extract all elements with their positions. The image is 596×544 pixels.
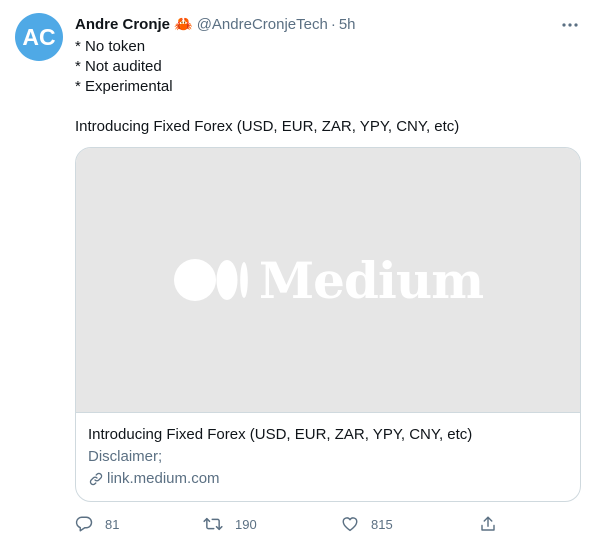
- tweet-line: * No token: [75, 38, 146, 55]
- like-count: 815: [371, 516, 393, 532]
- like-icon: [342, 517, 358, 532]
- reply-icon: [75, 516, 93, 532]
- reply-button[interactable]: 81: [75, 512, 119, 536]
- tweet-body: * No token * Not audited * Experimental …: [75, 37, 575, 137]
- card-description: Disclaimer;: [88, 448, 163, 465]
- retweet-icon: [203, 517, 223, 531]
- tweet-header: Andre Cronje 🦀 @AndreCronjeTech · 5h: [75, 14, 556, 34]
- avatar-initials: AC: [22, 23, 56, 50]
- card-title: Introducing Fixed Forex (USD, EUR, ZAR, …: [88, 426, 473, 443]
- tweet-line: * Experimental: [75, 78, 173, 95]
- more-icon: [562, 23, 578, 27]
- crab-icon: 🦀: [174, 16, 193, 33]
- card-text: Introducing Fixed Forex (USD, EUR, ZAR, …: [88, 425, 568, 489]
- retweet-button[interactable]: 190: [203, 512, 257, 536]
- card-domain: link.medium.com: [88, 469, 568, 489]
- card-domain-text: link.medium.com: [107, 470, 220, 487]
- author-name[interactable]: Andre Cronje: [75, 16, 170, 33]
- medium-logo: Medium: [173, 250, 484, 310]
- like-button[interactable]: 815: [341, 512, 393, 536]
- retweet-count: 190: [235, 516, 257, 532]
- medium-wordmark: Medium: [258, 250, 484, 310]
- share-icon: [481, 516, 495, 531]
- tweet-timestamp[interactable]: 5h: [339, 16, 356, 33]
- card-image[interactable]: Medium: [76, 148, 580, 413]
- link-card[interactable]: Medium Introducing Fixed Forex (USD, EUR…: [75, 147, 581, 502]
- reply-count: 81: [105, 516, 120, 532]
- medium-mark-icon: [173, 259, 248, 301]
- more-options-button[interactable]: [560, 15, 580, 35]
- avatar[interactable]: AC: [15, 13, 63, 61]
- tweet-line: * Not audited: [75, 58, 162, 75]
- share-button[interactable]: [479, 512, 497, 536]
- tweet-actions: 81 190 815: [75, 512, 505, 536]
- tweet-intro: Introducing Fixed Forex (USD, EUR, ZAR, …: [75, 118, 460, 135]
- author-handle[interactable]: @AndreCronjeTech: [197, 16, 328, 33]
- separator: ·: [330, 15, 336, 33]
- tweet[interactable]: AC Andre Cronje 🦀 @AndreCronjeTech · 5h …: [0, 0, 596, 544]
- link-icon: [89, 472, 103, 486]
